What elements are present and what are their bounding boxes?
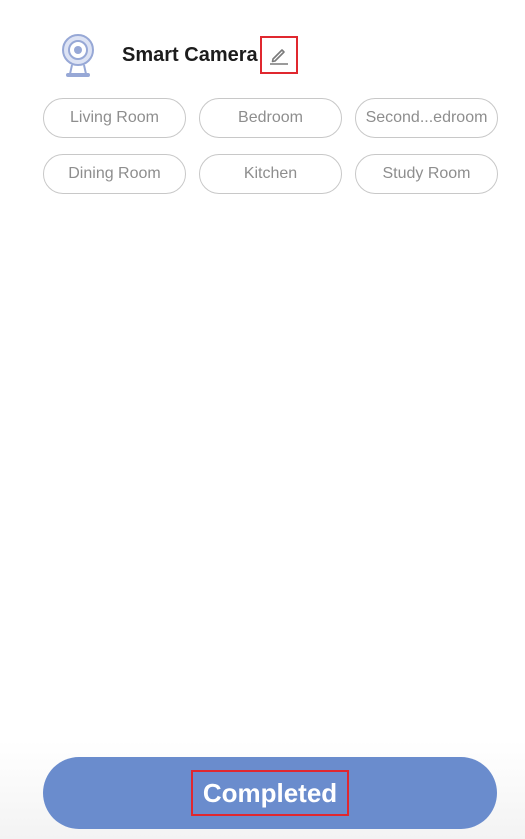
room-chip-bedroom[interactable]: Bedroom (199, 98, 342, 138)
camera-icon (62, 34, 94, 77)
device-header: Smart Camera (58, 30, 298, 80)
completed-button-label: Completed (190, 770, 350, 816)
room-selector: Living Room Bedroom Second...edroom Dini… (43, 98, 498, 194)
pencil-icon (269, 49, 288, 65)
room-chip-dining-room[interactable]: Dining Room (43, 154, 186, 194)
room-chip-kitchen[interactable]: Kitchen (199, 154, 342, 194)
completed-button[interactable]: Completed (43, 757, 497, 829)
room-chip-living-room[interactable]: Living Room (43, 98, 186, 138)
device-name: Smart Camera (122, 43, 258, 66)
room-chip-second-bedroom[interactable]: Second...edroom (355, 98, 498, 138)
edit-name-button[interactable] (259, 36, 298, 74)
room-chip-study-room[interactable]: Study Room (355, 154, 498, 194)
